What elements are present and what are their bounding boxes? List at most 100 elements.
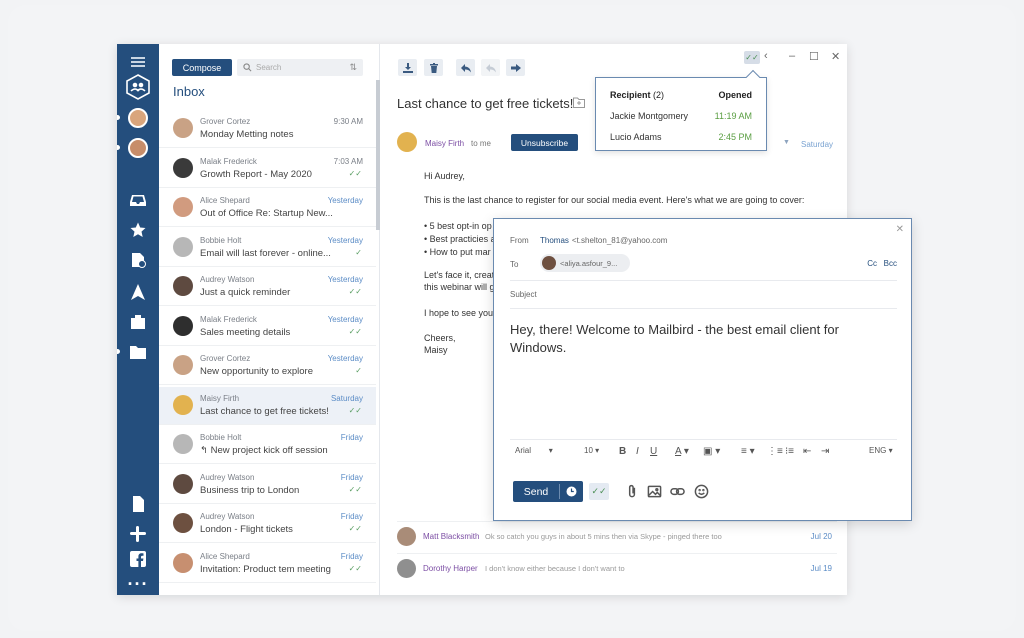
thread-item[interactable]: Dorothy Harper I don't know either becau… [397, 553, 837, 581]
sent-icon[interactable] [117, 280, 159, 304]
recipient-chip[interactable]: <aliya.asfour_9... [540, 254, 630, 272]
outdent-icon[interactable]: ⇤ [803, 446, 811, 457]
slack-icon[interactable] [117, 522, 159, 546]
attachment-icon[interactable] [625, 484, 640, 499]
reply-button[interactable] [456, 59, 475, 76]
close-icon[interactable]: ✕ [896, 224, 904, 235]
star-icon[interactable] [117, 218, 159, 242]
read-tracking-button[interactable]: ✓✓ [744, 51, 760, 64]
message-list-item[interactable]: Audrey Watson Business trip to London Frid… [159, 466, 376, 504]
link-icon[interactable] [670, 484, 685, 499]
facebook-icon[interactable] [117, 547, 159, 571]
avatar [397, 527, 416, 546]
numbered-list-icon[interactable]: ⋮≡ [767, 446, 783, 457]
menu-icon[interactable] [117, 50, 159, 74]
close-icon[interactable]: ✕ [831, 50, 840, 63]
bcc-button[interactable]: Bcc [884, 259, 897, 268]
message-subject: Last chance to get free tickets! [200, 405, 329, 417]
send-button[interactable]: Send [513, 481, 583, 502]
recipient-label: to me [471, 139, 492, 148]
avatar [173, 276, 193, 296]
search-input[interactable] [256, 63, 346, 72]
message-list-item[interactable]: Alice Shepard Invitation: Product tem mee… [159, 545, 376, 583]
compose-body[interactable]: Hey, there! Welcome to Mailbird - the be… [510, 321, 840, 357]
cc-button[interactable]: Cc [867, 259, 877, 268]
download-button[interactable] [398, 59, 417, 76]
thread-item[interactable]: Matt Blacksmith Ok so catch you guys in … [397, 521, 837, 549]
message-list-item[interactable]: Malak Frederick Growth Report - May 2020 7… [159, 150, 376, 188]
message-list-item[interactable]: Audrey Watson London - Flight tickets Frid… [159, 505, 376, 543]
move-folder-icon[interactable] [573, 97, 585, 108]
message-subject: Just a quick reminder [200, 287, 291, 298]
documents-icon[interactable] [117, 492, 159, 516]
highlight-icon[interactable]: ▣ ▾ [703, 446, 720, 457]
avatar [173, 236, 193, 257]
sender-name[interactable]: Maisy Firth [425, 139, 464, 148]
delete-button[interactable] [424, 59, 443, 76]
align-icon[interactable]: ≡ ▾ [741, 446, 755, 457]
schedule-send-icon[interactable] [560, 486, 583, 497]
message-list-item[interactable]: Maisy Firth Last chance to get free ticke… [159, 386, 376, 425]
track-email-button[interactable]: ✓✓ [589, 483, 609, 500]
unsubscribe-button[interactable]: Unsubscribe [511, 134, 578, 151]
search-icon [243, 63, 252, 72]
message-list-item[interactable]: Alice Shepard Out of Office Re: Startup N… [159, 189, 376, 227]
drafts-icon[interactable] [117, 248, 159, 272]
folder-icon[interactable] [117, 340, 159, 364]
message-list-item[interactable]: Grover Cortez Monday Metting notes 9:30 AM [159, 110, 376, 148]
filter-icon[interactable]: ⇅ [349, 62, 357, 73]
underline-icon[interactable]: U [650, 446, 657, 457]
message-sender: Alice Shepard [200, 551, 250, 561]
bold-icon[interactable]: B [619, 446, 626, 457]
message-time: 9:30 AM [333, 117, 363, 126]
indent-icon[interactable]: ⇥ [821, 446, 829, 457]
from-field[interactable]: Thomas <t.shelton_81@yahoo.com [540, 236, 667, 245]
opened-header: Opened [718, 90, 752, 100]
subject-field[interactable]: Subject [510, 290, 537, 299]
emoji-icon[interactable] [694, 484, 709, 499]
archive-icon[interactable] [117, 310, 159, 334]
thread-sender: Dorothy Harper [423, 564, 478, 573]
compose-button[interactable]: Compose [172, 59, 232, 76]
insert-image-icon[interactable] [647, 484, 662, 499]
message-list-item[interactable]: Grover Cortez New opportunity to explore Y… [159, 347, 376, 385]
text-color-icon[interactable]: A ▾ [675, 446, 689, 457]
font-select[interactable]: Arial ▾ [515, 446, 553, 455]
recipient-row: Jackie Montgomery 11:19 AM [610, 111, 752, 121]
recipient-email: <aliya.asfour_9... [560, 258, 618, 268]
body-line: I hope to see you [424, 308, 494, 318]
minimize-icon[interactable]: – [789, 50, 795, 62]
inbox-icon[interactable] [117, 188, 159, 212]
message-time: Saturday [330, 393, 363, 403]
message-list-item[interactable]: Bobbie Holt Email will last forever - onl… [159, 229, 376, 267]
message-list-item[interactable]: Bobbie Holt ↰ New project kick off sessio… [159, 426, 376, 464]
recipient-name: Lucio Adams [610, 132, 662, 142]
bullet-list-icon[interactable]: ⁝≡ [785, 446, 794, 457]
trash-icon [429, 62, 438, 73]
avatar [173, 197, 193, 217]
message-list-item[interactable]: Malak Frederick Sales meeting details Yest… [159, 308, 376, 346]
more-icon[interactable]: ··· [117, 572, 159, 595]
active-indicator [117, 349, 120, 354]
avatar [173, 513, 193, 533]
account-avatar-2[interactable] [117, 136, 159, 160]
chevron-down-icon[interactable]: ▼ [783, 139, 790, 146]
search-box[interactable]: ⇅ [237, 59, 363, 76]
account-avatar-1[interactable] [117, 106, 159, 130]
unified-accounts-icon[interactable] [117, 74, 159, 100]
language-select[interactable]: ENG ▾ [869, 446, 893, 455]
forward-button[interactable] [506, 59, 525, 76]
avatar [173, 315, 193, 336]
chevron-left-icon[interactable]: ‹ [764, 50, 768, 62]
body-line: • How to put mar [424, 247, 491, 257]
size-select[interactable]: 10 ▾ [584, 446, 599, 455]
italic-icon[interactable]: I [636, 446, 639, 457]
message-list-item[interactable]: Audrey Watson Just a quick reminder Yester… [159, 268, 376, 306]
font-size: 10 [584, 446, 593, 455]
sender-avatar [397, 132, 417, 152]
list-scrollbar[interactable] [376, 80, 380, 230]
reply-all-button[interactable] [481, 59, 500, 76]
avatar [128, 108, 148, 128]
maximize-icon[interactable]: ☐ [809, 50, 819, 63]
thread-message: I don't know either because I don't want… [485, 564, 625, 573]
